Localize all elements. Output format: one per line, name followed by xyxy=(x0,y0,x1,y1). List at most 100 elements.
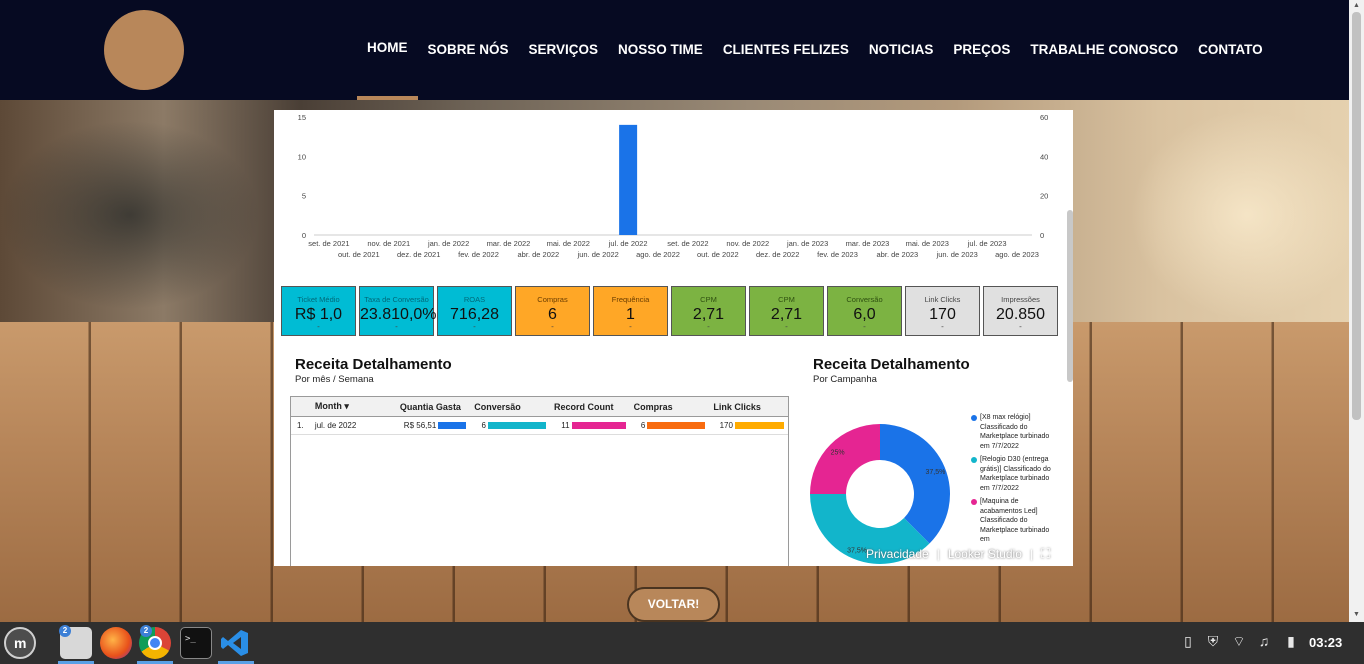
scorecard: Link Clicks 170- xyxy=(905,286,980,336)
x-tick-label: set. de 2022 xyxy=(667,239,708,248)
mint-menu-icon[interactable]: m xyxy=(4,627,36,659)
x-tick-label: dez. de 2021 xyxy=(397,250,440,259)
legend-item[interactable]: [Maquina de acabamentos Led] Classificad… xyxy=(971,497,1051,545)
scorecard-label: ROAS xyxy=(463,295,486,304)
wifi-icon[interactable]: ⌔ xyxy=(1231,633,1247,653)
scorecard-label: Taxa de Conversão xyxy=(364,295,429,304)
donut-slice-label: 25% xyxy=(831,450,845,457)
col-compras-header[interactable]: Compras xyxy=(630,402,710,412)
clipboard-icon[interactable]: ▯ xyxy=(1180,633,1196,653)
firefox-icon[interactable] xyxy=(100,627,132,659)
nav-noticias[interactable]: NOTICIAS xyxy=(859,0,944,100)
scorecard: Taxa de Conversão 23.810,0% - xyxy=(359,286,437,336)
nav-precos[interactable]: PREÇOS xyxy=(943,0,1020,100)
x-tick-label: jan. de 2023 xyxy=(786,239,828,248)
scorecard: Frequência 1- xyxy=(593,286,668,336)
x-tick-label: dez. de 2022 xyxy=(756,250,799,259)
scorecard: ROAS 716,28- xyxy=(437,286,512,336)
x-tick-label: ago. de 2022 xyxy=(636,250,680,259)
nav-home[interactable]: HOME xyxy=(357,0,418,100)
scorecard-label: Impressões xyxy=(1001,295,1040,304)
x-tick-label: abr. de 2022 xyxy=(518,250,560,259)
scorecard-label: Frequência xyxy=(611,295,650,304)
x-tick-label: jul. de 2023 xyxy=(967,239,1007,248)
y-left-tick-label: 5 xyxy=(302,192,306,201)
monthly-table: Month ▾ Quantia Gasta Conversão Record C… xyxy=(290,396,789,566)
x-tick-label: fev. de 2022 xyxy=(458,250,499,259)
x-tick-label: ago. de 2023 xyxy=(995,250,1039,259)
y-left-tick-label: 10 xyxy=(298,152,306,161)
embed-scrollbar[interactable] xyxy=(1067,210,1073,382)
scorecard: Impressões 20.850- xyxy=(983,286,1058,336)
files-badge: 2 xyxy=(59,625,71,637)
y-right-tick-label: 0 xyxy=(1040,231,1044,240)
conversao-bar xyxy=(487,422,546,429)
bar xyxy=(619,124,638,235)
donut-slice xyxy=(880,424,950,544)
scorecard: CPM 2,71- xyxy=(671,286,746,336)
col-gasta-header[interactable]: Quantia Gasta xyxy=(391,402,471,412)
nav-sobre-nos[interactable]: SOBRE NÓS xyxy=(418,0,519,100)
gasta-bar xyxy=(438,422,467,429)
x-tick-label: mai. de 2022 xyxy=(547,239,590,248)
scroll-up-icon[interactable]: ▲ xyxy=(1352,2,1361,9)
fullscreen-icon[interactable]: ⛶ xyxy=(1041,546,1050,562)
shield-icon[interactable]: ⛨ xyxy=(1205,633,1221,653)
music-icon[interactable]: ♫ xyxy=(1256,633,1272,653)
col-clicks-header[interactable]: Link Clicks xyxy=(709,402,788,412)
clicks-bar xyxy=(734,422,784,429)
x-tick-label: fev. de 2023 xyxy=(817,250,858,259)
row-record: 11 xyxy=(561,421,570,430)
nav-nosso-time[interactable]: NOSSO TIME xyxy=(608,0,713,100)
clock[interactable]: 03:23 xyxy=(1309,635,1342,650)
x-tick-label: set. de 2021 xyxy=(308,239,349,248)
terminal-icon[interactable]: >_ xyxy=(180,627,212,659)
y-left-tick-label: 15 xyxy=(298,113,306,122)
scorecard-label: CPM xyxy=(778,295,795,304)
x-tick-label: jan. de 2022 xyxy=(427,239,469,248)
x-tick-label: mai. de 2023 xyxy=(906,239,949,248)
legend-item[interactable]: [X8 max relógio] Classificado do Marketp… xyxy=(971,413,1051,451)
donut-legend: [X8 max relógio] Classificado do Marketp… xyxy=(971,413,1051,549)
navbar: HOME SOBRE NÓS SERVIÇOS NOSSO TIME CLIEN… xyxy=(0,0,1349,100)
looker-studio-brand[interactable]: Looker Studio xyxy=(948,547,1022,561)
table-row: 1. jul. de 2022 R$ 56,51 6 11 6 170 xyxy=(291,417,788,435)
scroll-down-icon[interactable]: ▼ xyxy=(1352,611,1361,618)
col-month-header[interactable]: Month ▾ xyxy=(315,401,391,412)
chrome-badge: 2 xyxy=(140,625,152,637)
donut-slice xyxy=(810,424,880,494)
looker-report-embed[interactable]: 15 10 5 0 60 40 20 0 set. de 2021 out. de 2021 nov… xyxy=(274,110,1073,566)
nav-contato[interactable]: CONTATO xyxy=(1188,0,1273,100)
scorecard-label: CPM xyxy=(700,295,717,304)
record-bar xyxy=(571,422,626,429)
y-right-tick-label: 20 xyxy=(1040,192,1048,201)
compras-bar xyxy=(647,422,706,429)
scorecard-label: Compras xyxy=(537,295,568,304)
scorecards-row: Ticket Médio R$ 1,0- Taxa de Conversão 23.… xyxy=(281,286,1058,336)
battery-icon[interactable]: ▮ xyxy=(1283,633,1299,653)
donut-slice-label: 37,5% xyxy=(847,547,867,554)
row-month: jul. de 2022 xyxy=(314,421,357,430)
nav-clientes-felizes[interactable]: CLIENTES FELIZES xyxy=(713,0,859,100)
x-tick-label: jun. de 2022 xyxy=(577,250,619,259)
table-header: Month ▾ Quantia Gasta Conversão Record C… xyxy=(291,397,788,417)
embed-footer: Privacidade | Looker Studio | ⛶ xyxy=(866,546,1051,562)
timeseries-bar-chart: 1510506040200set. de 2021out. de 2021nov… xyxy=(298,113,1049,259)
scorecard-label: Ticket Médio xyxy=(297,295,340,304)
nav-trabalhe-conosco[interactable]: TRABALHE CONOSCO xyxy=(1020,0,1188,100)
x-tick-label: abr. de 2023 xyxy=(877,250,919,259)
page-scrollbar-thumb[interactable] xyxy=(1352,12,1361,420)
voltar-button[interactable]: VOLTAR! xyxy=(627,587,720,622)
x-tick-label: jul. de 2022 xyxy=(608,239,648,248)
legend-item[interactable]: [Relogio D30 (entrega grátis)] Classific… xyxy=(971,455,1051,493)
privacy-link[interactable]: Privacidade xyxy=(866,547,929,561)
vscode-icon[interactable] xyxy=(219,627,251,659)
y-right-tick-label: 40 xyxy=(1040,152,1048,161)
col-record-header[interactable]: Record Count xyxy=(550,402,630,412)
nav-servicos[interactable]: SERVIÇOS xyxy=(519,0,609,100)
col-conversao-header[interactable]: Conversão xyxy=(470,402,550,412)
row-conversao: 6 xyxy=(481,421,486,430)
x-tick-label: mar. de 2022 xyxy=(487,239,531,248)
site-logo[interactable] xyxy=(104,10,184,90)
x-tick-label: out. de 2021 xyxy=(338,250,380,259)
